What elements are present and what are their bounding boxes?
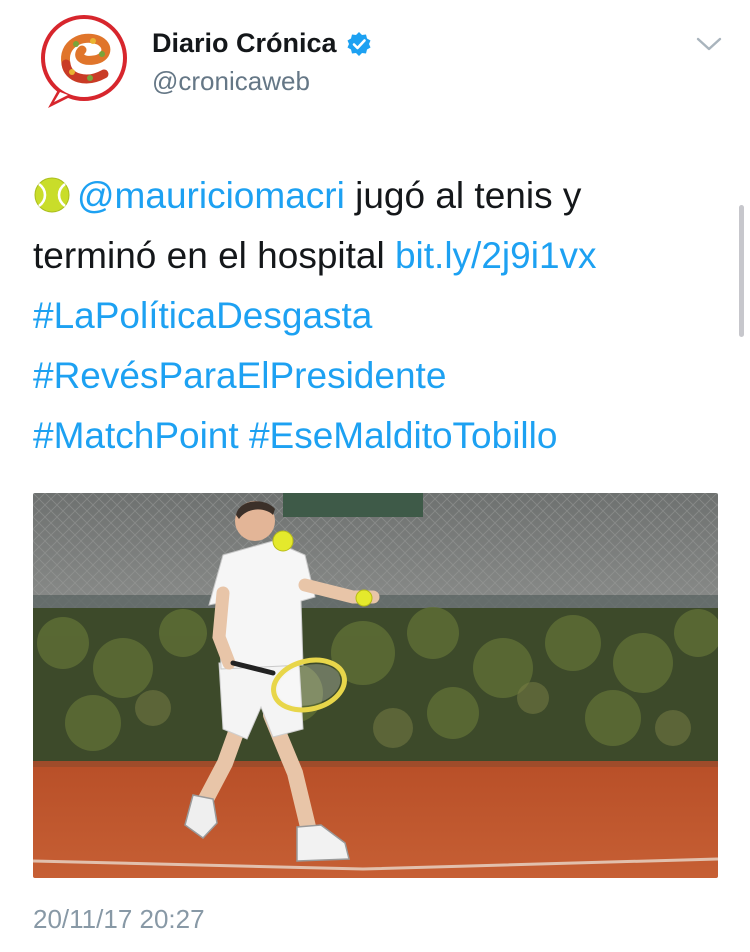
tweet-line-1: @mauriciomacri jugó al tenis y <box>33 166 723 226</box>
tennis-photo-illustration <box>33 493 718 878</box>
mention-link[interactable]: @mauriciomacri <box>77 175 345 216</box>
tweet-photo[interactable] <box>33 493 718 878</box>
tweet-text: @mauriciomacri jugó al tenis y terminó e… <box>33 166 723 466</box>
tweet-line-5: #MatchPoint #EseMalditoTobillo <box>33 406 723 466</box>
verified-badge-icon <box>346 31 372 57</box>
author-name[interactable]: Diario Crónica <box>152 28 372 59</box>
scrollbar[interactable] <box>739 205 744 337</box>
tweet-text-part2: terminó en el hospital <box>33 235 395 276</box>
tweet-text-part1: jugó al tenis y <box>344 175 582 216</box>
url-link[interactable]: bit.ly/2j9i1vx <box>395 235 597 276</box>
hashtag-link[interactable]: #EseMalditoTobillo <box>249 415 558 456</box>
chevron-down-icon <box>696 37 722 51</box>
tweet-timestamp[interactable]: 20/11/17 20:27 <box>33 904 205 935</box>
hashtag-link[interactable]: #LaPolíticaDesgasta <box>33 295 372 336</box>
hashtag-link[interactable]: #RevésParaElPresidente <box>33 355 446 396</box>
tweet-line-2: terminó en el hospital bit.ly/2j9i1vx <box>33 226 723 286</box>
tweet-line-4: #RevésParaElPresidente <box>33 346 723 406</box>
author-name-text: Diario Crónica <box>152 28 337 58</box>
tweet-line-3: #LaPolíticaDesgasta <box>33 286 723 346</box>
author-avatar[interactable] <box>38 14 132 112</box>
author-handle[interactable]: @cronicaweb <box>152 66 310 97</box>
tweet-menu-button[interactable] <box>696 36 722 52</box>
hashtag-link[interactable]: #MatchPoint <box>33 415 239 456</box>
tennis-ball-icon <box>33 172 71 213</box>
cronica-logo-icon <box>41 15 127 108</box>
